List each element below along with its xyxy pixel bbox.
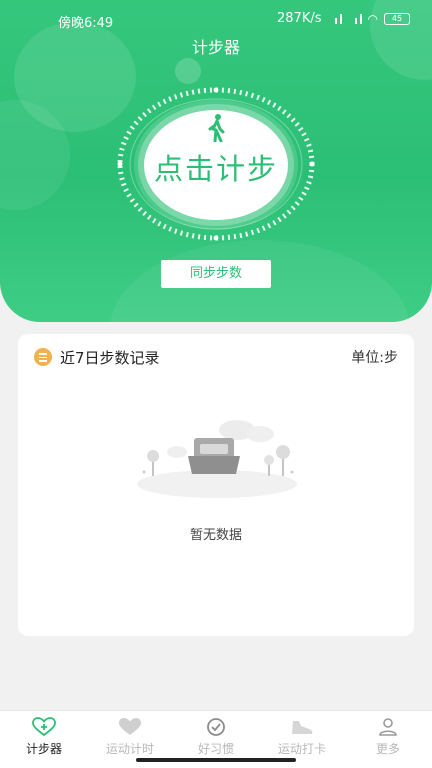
shoe-icon xyxy=(292,721,313,734)
tab-label: 运动打卡 xyxy=(277,742,326,756)
page-title: 计步器 xyxy=(191,38,240,57)
battery-icon: 45 xyxy=(384,12,410,25)
empty-inbox-illustration xyxy=(137,420,297,498)
tab-good-habits[interactable]: 好习惯 xyxy=(173,717,259,757)
tab-label: 运动计时 xyxy=(105,742,154,756)
tab-label: 好习惯 xyxy=(197,742,234,756)
heart-plus-icon xyxy=(32,717,56,737)
tab-label: 更多 xyxy=(375,742,400,756)
tab-label: 计步器 xyxy=(25,742,62,756)
tab-pedometer[interactable]: 计步器 xyxy=(1,717,87,757)
card-title: 近7日步数记录 xyxy=(60,349,160,367)
home-indicator[interactable] xyxy=(136,758,296,762)
status-time: 傍晚6:49 xyxy=(58,16,114,31)
start-step-button[interactable]: 点击计步 xyxy=(116,146,316,188)
tab-exercise-timer[interactable]: 运动计时 xyxy=(87,717,173,757)
check-badge-icon xyxy=(207,718,225,736)
signal-icon xyxy=(328,13,342,24)
sync-steps-button[interactable]: 同步步数 xyxy=(161,260,271,288)
person-icon xyxy=(379,718,397,736)
walking-person-icon xyxy=(208,114,225,142)
step-record-card: 近7日步数记录 单位:步 暂无数据 xyxy=(18,334,414,636)
empty-state-text: 暂无数据 xyxy=(189,528,242,543)
tab-more[interactable]: 更多 xyxy=(345,717,431,757)
hero-header: 傍晚6:49 287K/s ◠ 45 计步器 点击计步 同步步数 xyxy=(0,0,432,322)
signal-icon xyxy=(348,13,362,24)
list-icon xyxy=(34,348,52,366)
tab-exercise-checkin[interactable]: 运动打卡 xyxy=(259,717,345,757)
network-speed: 287K/s xyxy=(277,11,322,26)
step-dial[interactable]: 点击计步 xyxy=(116,86,316,242)
card-unit: 单位:步 xyxy=(351,350,398,366)
status-icons: 287K/s ◠ 45 xyxy=(277,11,410,26)
heart-icon xyxy=(119,718,141,735)
decor-bubble xyxy=(175,58,201,84)
wifi-icon: ◠ xyxy=(367,11,378,26)
